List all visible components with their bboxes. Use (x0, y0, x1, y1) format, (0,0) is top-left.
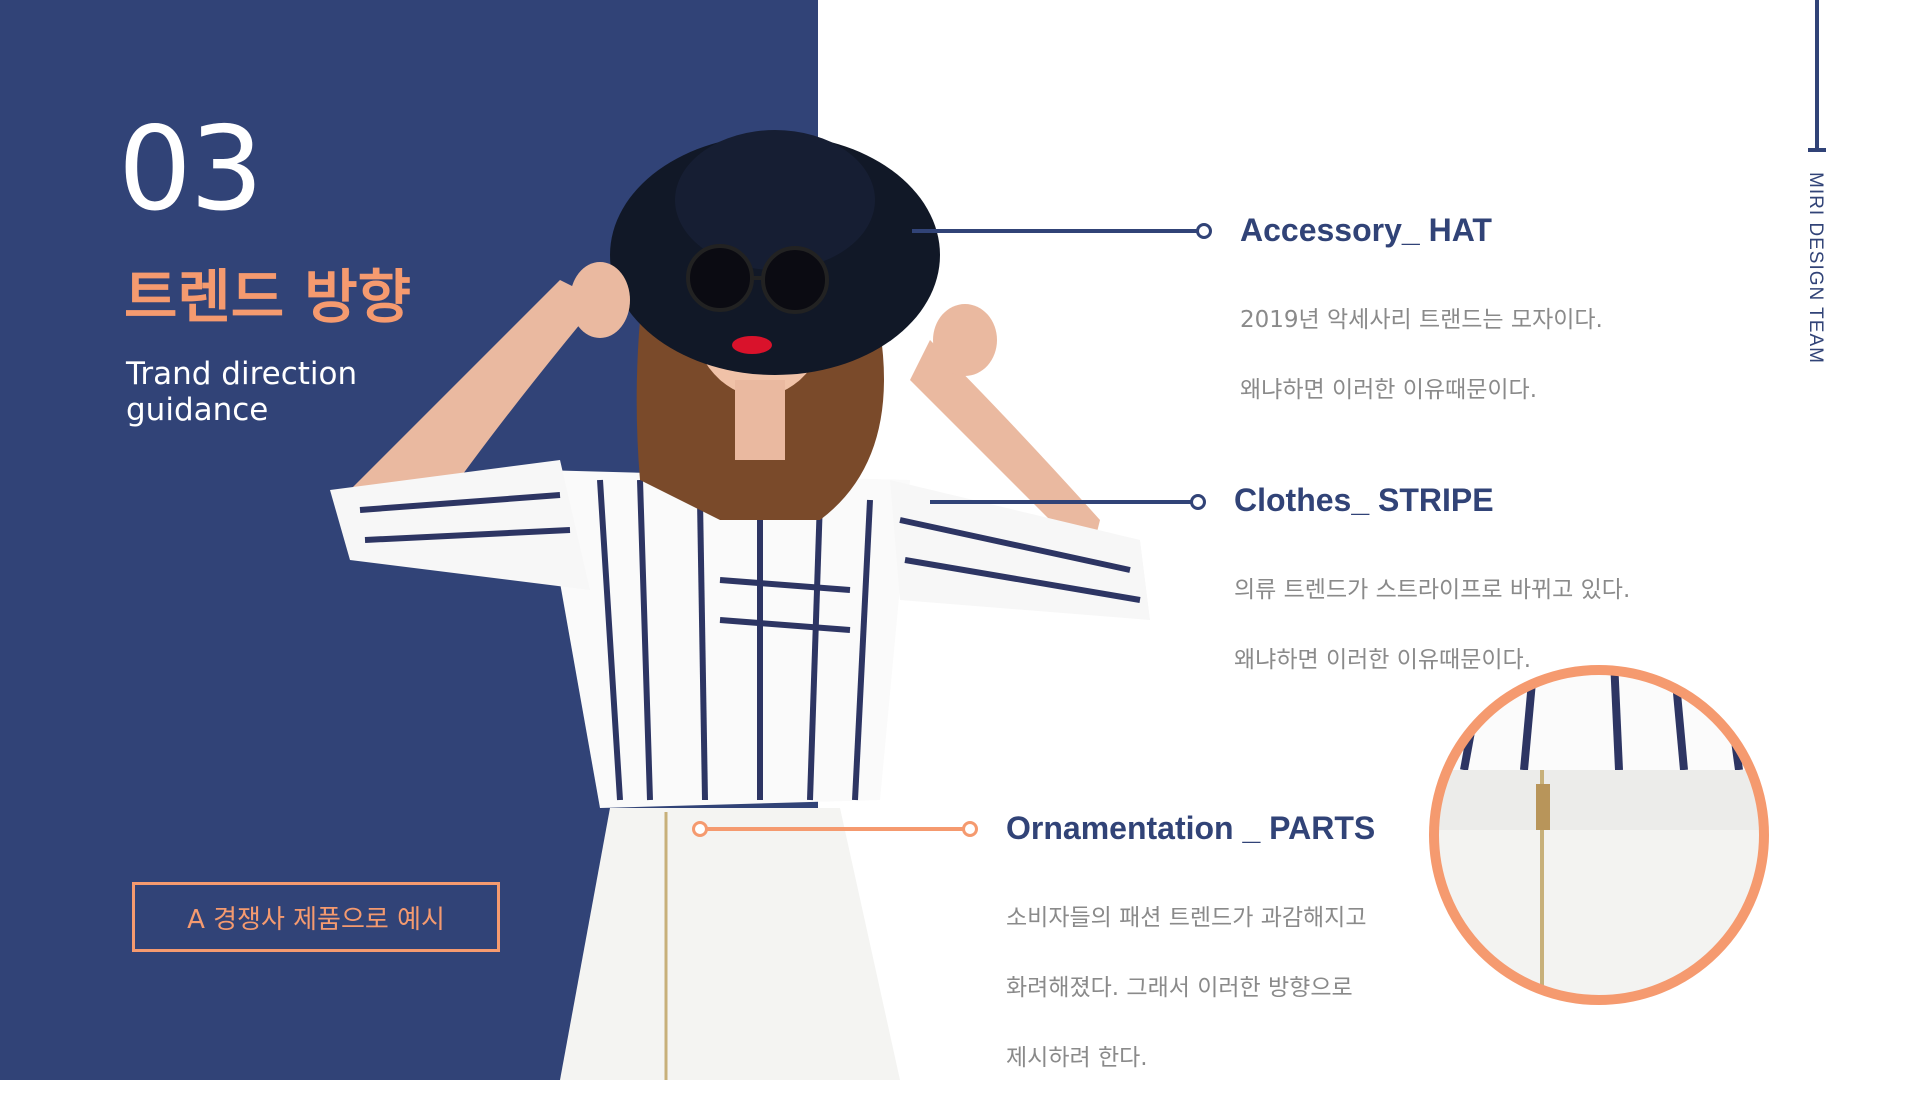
desc-line: 제시하려 한다. (1006, 1045, 1148, 1071)
competitor-example-button[interactable]: A 경쟁사 제품으로 예시 (132, 882, 500, 952)
hat-callout-desc: 2019년 악세사리 트랜드는 모자이다. 왜냐하면 이러한 이유때문이다. (1240, 268, 1603, 443)
team-divider-cap (1808, 148, 1826, 152)
desc-line: 2019년 악세사리 트랜드는 모자이다. (1240, 307, 1603, 333)
subtitle-line-2: guidance (126, 392, 269, 428)
page-subtitle: Trand direction guidance (126, 356, 426, 428)
stripe-callout-title: Clothes_ STRIPE (1234, 482, 1494, 518)
section-number: 03 (118, 102, 264, 237)
desc-line: 의류 트렌드가 스트라이프로 바뀌고 있다. (1234, 577, 1631, 603)
parts-callout-title: Ornamentation _ PARTS (1006, 810, 1376, 846)
desc-line: 왜냐하면 이러한 이유때문이다. (1240, 377, 1538, 403)
circle-node-icon (962, 821, 978, 837)
zipper-detail-photo (1429, 665, 1769, 1005)
circle-node-icon (692, 821, 708, 837)
circle-node-icon (1190, 494, 1206, 510)
team-label: MIRI DESIGN TEAM (1805, 172, 1826, 364)
hat-callout-line (912, 229, 1198, 233)
page-title: 트렌드 방향 (124, 263, 411, 331)
hat-callout-title: Accessory_ HAT (1240, 212, 1492, 248)
desc-line: 소비자들의 패션 트렌드가 과감해지고 (1006, 905, 1367, 931)
desc-line: 화려해졌다. 그래서 이러한 방향으로 (1006, 975, 1353, 1001)
team-divider-line (1815, 0, 1819, 152)
stripe-callout-line (930, 500, 1192, 504)
circle-node-icon (1196, 223, 1212, 239)
parts-callout-line (700, 827, 970, 831)
subtitle-line-1: Trand direction (126, 356, 358, 392)
parts-callout-desc: 소비자들의 패션 트렌드가 과감해지고 화려해졌다. 그래서 이러한 방향으로 … (1006, 866, 1367, 1111)
